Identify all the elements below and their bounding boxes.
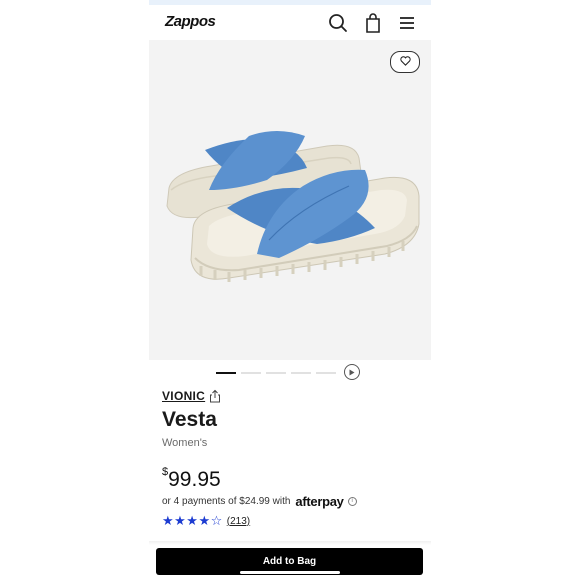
divider	[149, 541, 431, 545]
review-count-link[interactable]: (213)	[227, 516, 250, 527]
product-rating[interactable]: ★★★★☆ (213)	[162, 513, 250, 529]
product-name: Vesta	[162, 408, 217, 431]
product-image[interactable]	[149, 40, 431, 360]
zappos-logo[interactable]: Zappos	[165, 13, 216, 30]
sandal-photo	[166, 131, 420, 282]
installments-info: or 4 payments of $24.99 with afterpay i	[162, 494, 357, 509]
carousel-dot[interactable]	[216, 372, 236, 374]
carousel-dot[interactable]	[316, 372, 336, 374]
home-indicator	[240, 571, 340, 574]
info-icon[interactable]: i	[347, 497, 357, 506]
afterpay-logo[interactable]: afterpay	[295, 494, 343, 509]
product-page: Zappos VIONIC Vesta Women's $99.95 or 4 …	[149, 0, 431, 580]
play-video-button[interactable]	[344, 364, 360, 380]
cart-icon[interactable]	[362, 12, 384, 34]
carousel-dot[interactable]	[291, 372, 311, 374]
menu-icon[interactable]	[396, 12, 418, 34]
price-currency: $	[162, 466, 169, 478]
product-price: $99.95	[162, 466, 221, 492]
product-gender: Women's	[162, 437, 208, 449]
header: Zappos	[149, 5, 431, 40]
image-carousel-indicator	[149, 364, 431, 382]
price-amount: 99.95	[168, 468, 221, 491]
rating-stars: ★★★★☆	[162, 513, 223, 528]
play-icon	[349, 363, 355, 381]
brand-link[interactable]: VIONIC	[162, 389, 205, 403]
carousel-dot[interactable]	[266, 372, 286, 374]
installments-text: or 4 payments of $24.99 with	[162, 496, 291, 507]
carousel-dot[interactable]	[241, 372, 261, 374]
search-icon[interactable]	[327, 12, 349, 34]
share-icon[interactable]	[209, 389, 221, 403]
